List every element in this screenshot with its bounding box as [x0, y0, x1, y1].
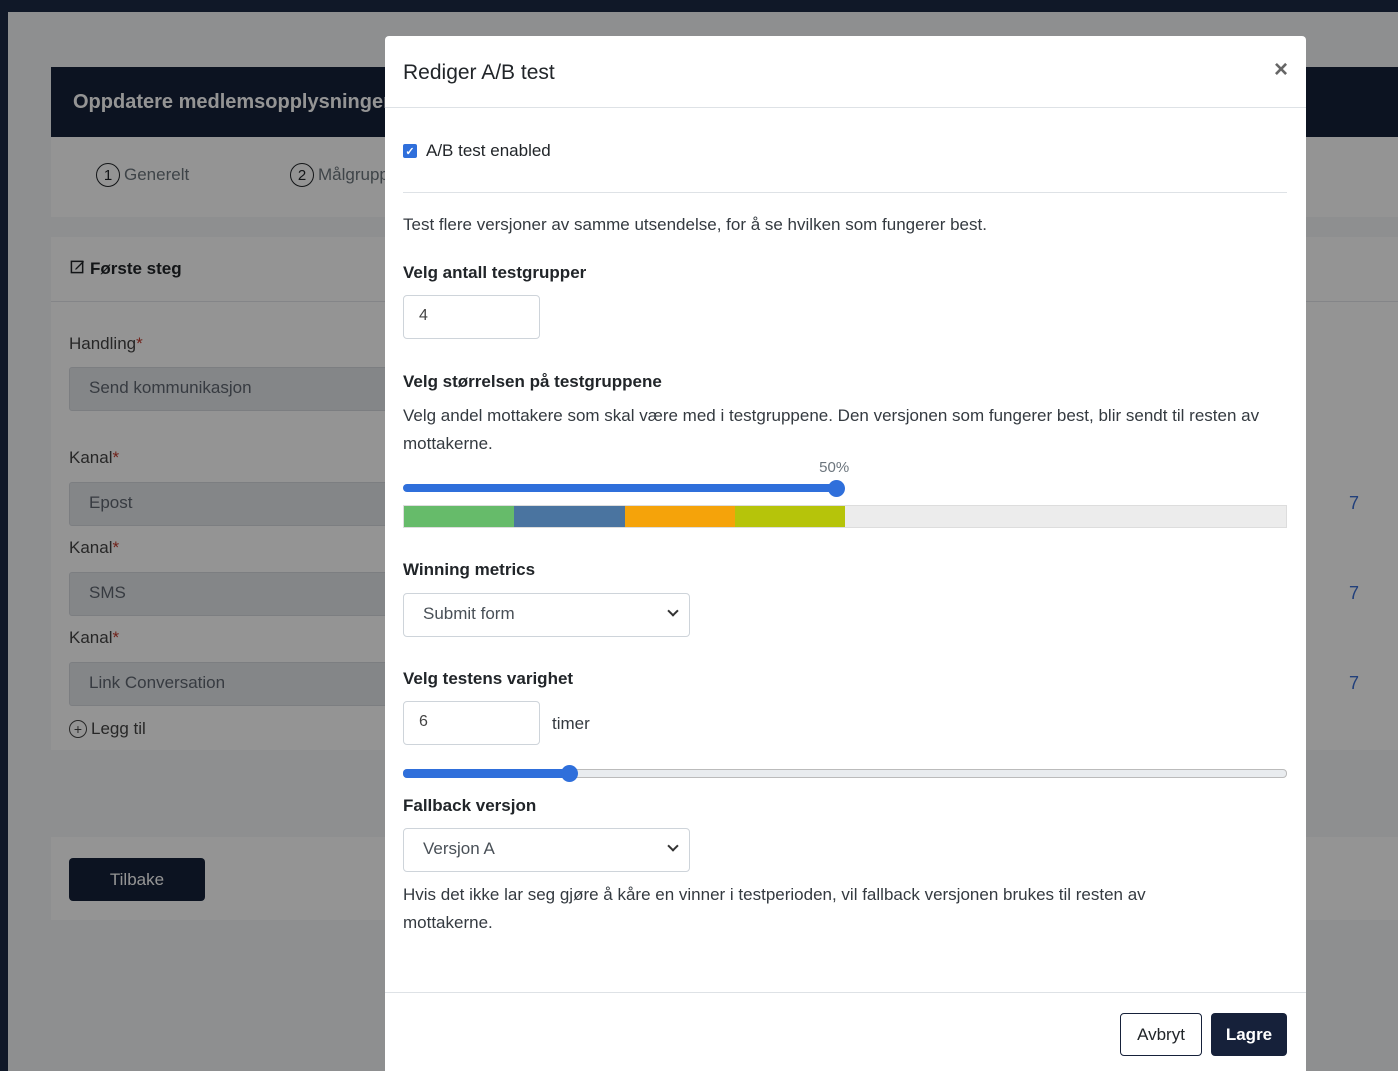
metrics-select-value: Submit form: [423, 604, 515, 623]
test-group-segment: [624, 506, 735, 527]
size-slider-fill: [403, 484, 837, 492]
divider: [403, 192, 1287, 193]
test-group-segment: [734, 506, 845, 527]
fallback-label: Fallback versjon: [403, 796, 537, 815]
checkbox-checked-icon[interactable]: ✓: [403, 144, 417, 158]
test-group-segment: [404, 506, 515, 527]
size-percent-label: 50%: [819, 459, 850, 476]
checkbox-label: A/B test enabled: [426, 141, 551, 160]
fallback-select-value: Versjon A: [423, 839, 495, 858]
size-help-text: Velg andel mottakere som skal være med i…: [403, 406, 1260, 453]
groups-count-input[interactable]: 4: [403, 295, 540, 339]
size-label: Velg størrelsen på testgruppene: [403, 372, 662, 391]
modal-title: Rediger A/B test: [403, 61, 555, 84]
ab-test-modal: Rediger A/B test × ✓ A/B test enabled Te…: [385, 36, 1306, 1071]
fallback-select[interactable]: Versjon A: [403, 828, 690, 872]
save-button[interactable]: Lagre: [1211, 1013, 1287, 1056]
metrics-select[interactable]: Submit form: [403, 593, 690, 637]
duration-slider-handle[interactable]: [561, 765, 579, 782]
intro-text: Test flere versjoner av samme utsendelse…: [403, 215, 987, 234]
metrics-label: Winning metrics: [403, 560, 536, 579]
cancel-button[interactable]: Avbryt: [1120, 1013, 1202, 1056]
close-icon[interactable]: ×: [1274, 58, 1288, 82]
ab-enabled-checkbox-row[interactable]: ✓ A/B test enabled: [403, 141, 551, 161]
duration-label: Velg testens varighet: [403, 669, 574, 688]
size-slider-handle[interactable]: [828, 480, 846, 497]
modal-header: Rediger A/B test ×: [385, 36, 1306, 108]
chevron-down-icon: [667, 605, 679, 617]
chevron-down-icon: [667, 840, 679, 852]
test-groups-bar: [403, 505, 1287, 528]
modal-footer: Avbryt Lagre: [385, 992, 1306, 1071]
duration-unit: timer: [552, 714, 590, 733]
fallback-help-text: Hvis det ikke lar seg gjøre å kåre en vi…: [403, 885, 1146, 932]
duration-slider-fill: [403, 769, 570, 778]
duration-input[interactable]: 6: [403, 701, 540, 745]
test-group-segment: [514, 506, 625, 527]
groups-label: Velg antall testgrupper: [403, 263, 587, 282]
